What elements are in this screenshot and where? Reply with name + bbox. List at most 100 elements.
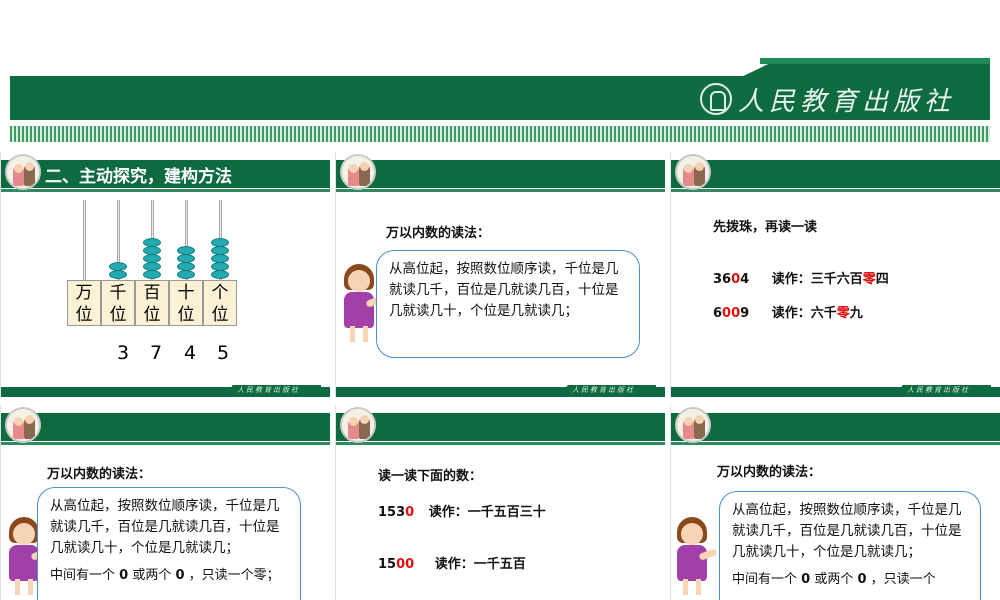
digit-thousands: 3: [117, 342, 130, 364]
slide-heading: 先拨珠，再读一读: [713, 220, 818, 235]
publisher-banner: 人民教育出版社: [0, 0, 1000, 148]
number-part: 153: [378, 505, 406, 520]
section-title: 二、主动探究，建构方法: [45, 167, 232, 187]
slide-thumbnail-1[interactable]: 二、主动探究，建构方法 万位 千位 百位 十位 个位 3 7 4 5 人民教育出…: [0, 152, 330, 397]
abacus-bead: [143, 238, 161, 247]
slide-heading: 万以内数的读法：: [717, 465, 822, 480]
read-part: 六千: [810, 306, 837, 321]
digit-hundreds: 7: [150, 342, 163, 364]
speech-bubble: 从高位起，按照数位顺序读，千位是几就读几千，百位是几就读几百，十位是几就读几十，…: [37, 487, 301, 600]
abacus-bead: [211, 238, 229, 247]
slide-header: [671, 413, 1000, 445]
abacus: 万位 千位 百位 十位 个位: [67, 200, 239, 335]
number-zero: 0: [731, 272, 741, 287]
abacus-bead: [143, 270, 161, 279]
abacus-bead: [211, 254, 229, 263]
example-row-2: 6009 读作：六千零九: [713, 302, 863, 321]
teacher-illustration: [671, 517, 718, 597]
children-badge-icon: [675, 154, 711, 190]
number-part: 15: [378, 557, 397, 572]
number-zero: 00: [722, 306, 741, 321]
speech-bubble: 从高位起，按照数位顺序读，千位是几就读几千，百位是几就读几百，十位是几就读几十，…: [376, 250, 640, 358]
slide-heading: 读一读下面的数：: [378, 469, 483, 484]
digit-ones: 5: [217, 342, 230, 364]
note-part: 中间有一个: [732, 572, 802, 587]
abacus-bead: [177, 270, 195, 279]
abacus-bead: [211, 246, 229, 255]
publisher-logo: 人民教育出版社: [700, 80, 955, 118]
children-badge-icon: [675, 407, 711, 443]
abacus-rod-ten-thousands: [83, 200, 86, 282]
number-part: 9: [740, 306, 750, 321]
place-ones: 个位: [203, 280, 237, 326]
slide-header: [671, 160, 1000, 192]
children-badge-icon: [340, 407, 376, 443]
abacus-bead: [143, 246, 161, 255]
example-row-1: 1530 读作：一千五百三十: [378, 501, 546, 520]
slide-thumbnail-2[interactable]: 万以内数的读法： 从高位起，按照数位顺序读，千位是几就读几千，百位是几就读几百，…: [335, 152, 665, 397]
example-row-2: 1500 读作：一千五百: [378, 553, 526, 572]
slide-thumbnail-4[interactable]: 万以内数的读法： 从高位起，按照数位顺序读，千位是几就读几千，百位是几就读几百，…: [0, 405, 330, 600]
footer-logo-text: 人民教育出版社: [560, 385, 656, 397]
note-part: ，只读一个零；: [184, 568, 280, 583]
number-zero: 0: [405, 505, 415, 520]
abacus-bead: [211, 262, 229, 271]
read-zero: 零: [862, 272, 876, 287]
children-badge-icon: [340, 154, 376, 190]
place-label: 千: [109, 283, 127, 303]
number-zero: 00: [396, 557, 415, 572]
abacus-bead: [109, 270, 127, 279]
reading-rule-text: 从高位起，按照数位顺序读，千位是几就读几千，百位是几就读几百，十位是几就读几十，…: [50, 498, 280, 556]
slide-heading: 万以内数的读法：: [47, 467, 152, 482]
place-label: 位: [75, 305, 93, 325]
slide-header: [1, 413, 330, 445]
place-label: 百: [143, 283, 161, 303]
place-label: 位: [143, 305, 161, 325]
banner-tab-highlight: [760, 58, 990, 64]
read-part: 三千六百: [810, 272, 863, 287]
publisher-seal-icon: [700, 83, 732, 115]
banner-stripe: [10, 126, 990, 142]
abacus-bead: [211, 270, 229, 279]
number-part: 4: [740, 272, 750, 287]
slide-thumbnail-5[interactable]: 读一读下面的数： 1530 读作：一千五百三十 1500 读作：一千五百: [335, 405, 665, 600]
abacus-bead: [143, 254, 161, 263]
read-text: 读作：一千五百: [434, 557, 526, 572]
slide-footer: 人民教育出版社: [336, 385, 665, 397]
reading-rule-text: 从高位起，按照数位顺序读，千位是几就读几千，百位是几就读几百，十位是几就读几十，…: [732, 502, 962, 560]
note-part: 中间有一个: [50, 568, 120, 583]
slide-thumbnail-6[interactable]: 万以内数的读法： 从高位起，按照数位顺序读，千位是几就读几千，百位是几就读几百，…: [670, 405, 1000, 600]
read-part: 九: [849, 306, 863, 321]
number-part: 6: [713, 306, 723, 321]
read-text: 读作：一千五百三十: [428, 505, 546, 520]
footer-logo-text: 人民教育出版社: [225, 385, 321, 397]
read-label: 读作：: [771, 272, 811, 287]
footer-logo-text: 人民教育出版社: [895, 385, 991, 397]
slide-footer: 人民教育出版社: [1, 385, 330, 397]
reading-rule-text: 从高位起，按照数位顺序读，千位是几就读几千，百位是几就读几百，十位是几就读几十，…: [389, 261, 619, 319]
speech-bubble: 从高位起，按照数位顺序读，千位是几就读几千，百位是几就读几百，十位是几就读几十，…: [719, 491, 981, 600]
place-hundreds: 百位: [135, 280, 169, 326]
place-label: 位: [211, 305, 229, 325]
note-zero: 0: [175, 568, 185, 583]
place-label: 个: [211, 283, 229, 303]
note-zero: 0: [801, 572, 811, 587]
zero-rule-note: 中间有一个 0 或两个 0 ，只读一个零；: [50, 565, 288, 586]
example-row-1: 3604 读作：三千六百零四: [713, 268, 889, 287]
slide-thumbnail-3[interactable]: 先拨珠，再读一读 3604 读作：三千六百零四 6009 读作：六千零九 人民教…: [670, 152, 1000, 397]
place-label: 万: [75, 283, 93, 303]
note-part: 或两个: [810, 572, 858, 587]
slide-footer: 人民教育出版社: [671, 385, 1000, 397]
abacus-bead: [177, 262, 195, 271]
publisher-logo-text: 人民教育出版社: [738, 86, 956, 117]
read-zero: 零: [836, 306, 850, 321]
abacus-bead: [177, 254, 195, 263]
place-label: 位: [109, 305, 127, 325]
zero-rule-note: 中间有一个 0 或两个 0 ，只读一个: [732, 569, 968, 590]
note-part: ，只读一个: [866, 572, 936, 587]
slide-heading: 万以内数的读法：: [386, 226, 491, 241]
number-part: 36: [713, 272, 732, 287]
place-label: 十: [177, 283, 195, 303]
slide-header: [336, 413, 665, 445]
note-zero: 0: [857, 572, 867, 587]
